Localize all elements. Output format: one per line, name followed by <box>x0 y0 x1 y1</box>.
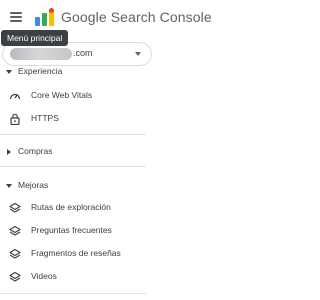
nav-item-label: Preguntas frecuentes <box>31 225 112 235</box>
nav-item-core-web-vitals[interactable]: Core Web Vitals <box>0 87 150 105</box>
section-experiencia[interactable]: Experiencia <box>0 66 150 80</box>
nav-item-fragmentos-de-resenas[interactable]: Fragmentos de reseñas <box>0 245 150 263</box>
divider <box>0 293 146 294</box>
menu-tooltip: Menú principal <box>1 30 69 46</box>
layers-icon <box>9 248 21 259</box>
main-menu-button[interactable] <box>7 7 27 27</box>
hamburger-line <box>10 20 22 22</box>
hamburger-line <box>10 12 22 14</box>
nav-item-label: HTTPS <box>31 113 59 123</box>
gauge-icon <box>9 93 21 100</box>
nav-item-label: Videos <box>31 271 57 281</box>
nav-item-videos[interactable]: Videos <box>0 268 150 286</box>
nav-item-label: Rutas de exploración <box>31 202 111 212</box>
dropdown-arrow-icon <box>135 52 141 56</box>
section-compras[interactable]: Compras <box>0 146 150 160</box>
layers-icon <box>9 271 21 282</box>
chevron-down-icon <box>6 184 12 188</box>
nav-item-preguntas-frecuentes[interactable]: Preguntas frecuentes <box>0 222 150 240</box>
section-mejoras[interactable]: Mejoras <box>0 180 150 194</box>
search-console-logo <box>35 8 54 26</box>
divider <box>0 166 146 167</box>
nav-item-label: Fragmentos de reseñas <box>31 248 121 258</box>
chevron-right-icon <box>7 149 11 155</box>
nav-item-label: Core Web Vitals <box>31 90 93 100</box>
nav-item-rutas-de-exploracion[interactable]: Rutas de exploración <box>0 199 150 217</box>
property-domain-suffix: .com <box>73 48 93 58</box>
section-label: Compras <box>18 146 53 156</box>
layers-icon <box>9 202 21 213</box>
section-label: Mejoras <box>18 180 49 190</box>
layers-icon <box>9 225 21 236</box>
divider <box>0 134 146 135</box>
top-app-bar: Google Search Console <box>0 0 213 34</box>
app-title: Google Search Console <box>61 9 212 25</box>
lock-icon <box>10 113 20 125</box>
nav-item-https[interactable]: HTTPS <box>0 110 150 128</box>
section-label: Experiencia <box>18 66 63 76</box>
redacted-property-name <box>10 48 72 60</box>
hamburger-line <box>10 16 22 18</box>
chevron-down-icon <box>6 70 12 74</box>
